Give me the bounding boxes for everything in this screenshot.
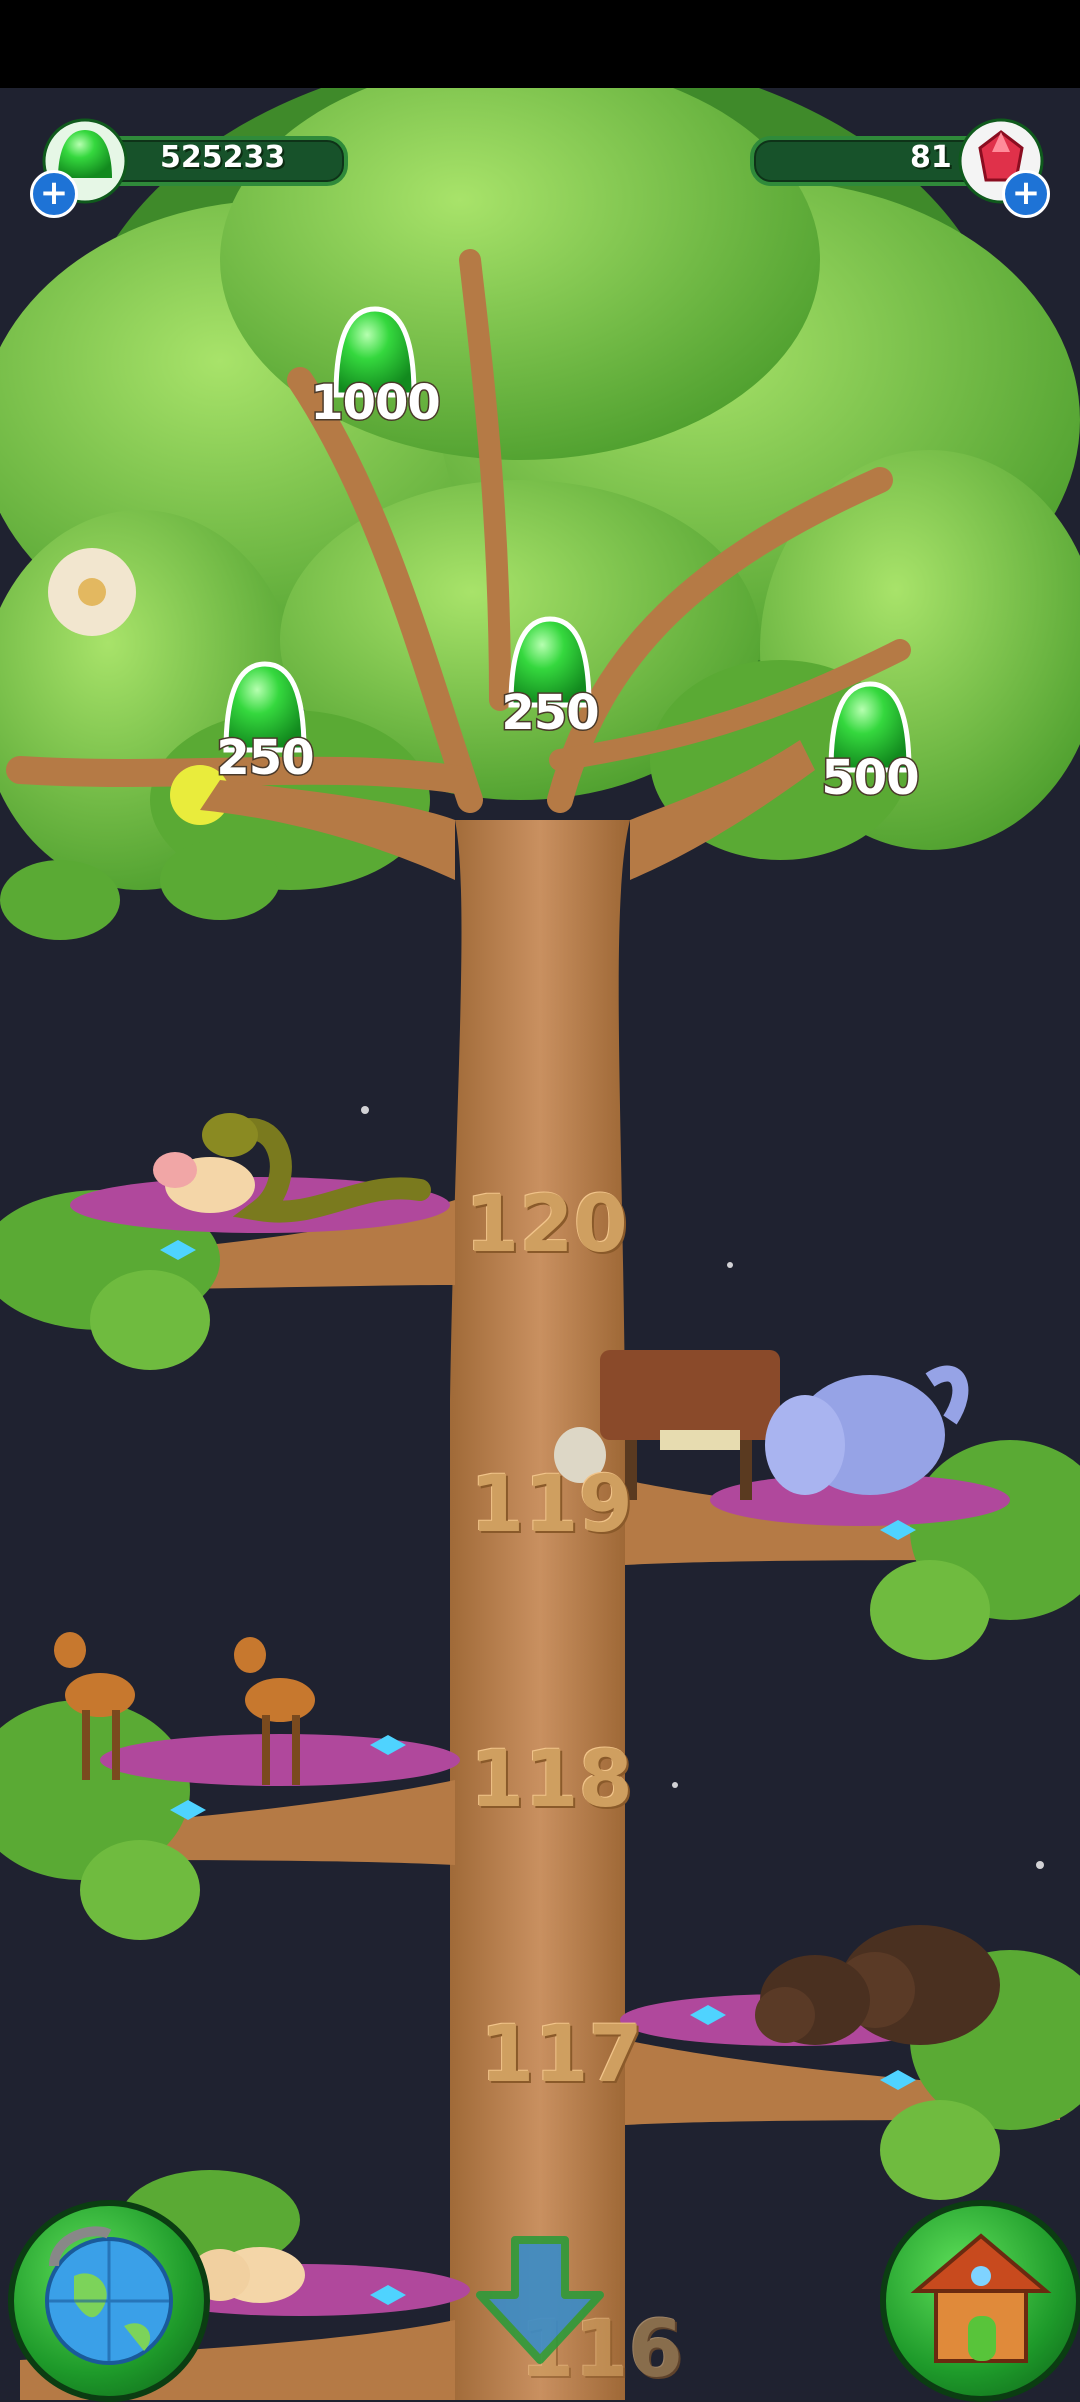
reward-bubble[interactable]: 250	[475, 615, 625, 755]
reward-bubble[interactable]: 250	[190, 660, 340, 800]
reward-amount: 250	[500, 684, 601, 743]
flower-icon	[48, 548, 136, 636]
home-button[interactable]	[880, 2200, 1080, 2402]
currency-counter: 525233 +	[30, 118, 350, 218]
bear-animals	[755, 1925, 1000, 2045]
add-currency-button[interactable]: +	[30, 170, 78, 218]
reward-bubble[interactable]: 500	[795, 680, 945, 820]
reward-amount: 250	[215, 729, 316, 788]
currency-value: 525233	[160, 140, 286, 175]
reward-amount: 1000	[309, 374, 443, 433]
globe-icon	[45, 2226, 173, 2365]
level-number-117: 117	[480, 2010, 643, 2100]
world-button[interactable]	[8, 2200, 210, 2402]
house-icon	[910, 2233, 1052, 2363]
gem-bar	[750, 136, 988, 186]
scroll-down-button[interactable]	[470, 2235, 610, 2365]
add-gems-button[interactable]: +	[1002, 170, 1050, 218]
gem-value: 81	[910, 140, 952, 175]
tree-trunk	[200, 740, 815, 2400]
level-number-119: 119	[470, 1460, 633, 1550]
level-number-118: 118	[470, 1735, 633, 1825]
status-bar	[0, 0, 1080, 88]
reward-bubble[interactable]: 1000	[300, 305, 450, 445]
down-arrow-icon	[476, 2236, 604, 2364]
reward-amount: 500	[820, 749, 921, 808]
level-number-120: 120	[465, 1180, 628, 1270]
gem-counter: 81 +	[730, 118, 1060, 218]
